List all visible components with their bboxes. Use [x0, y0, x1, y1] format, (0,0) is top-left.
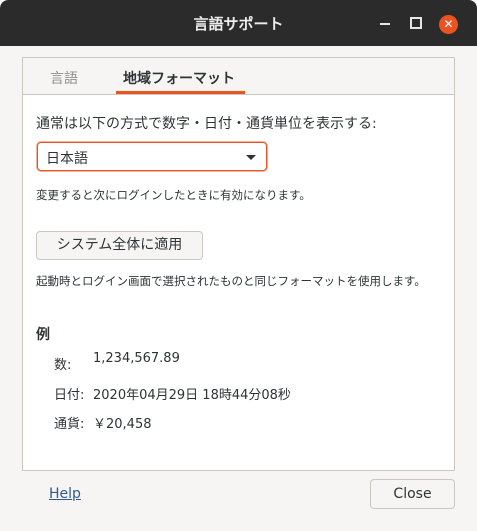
- close-window-button[interactable]: ✕: [439, 15, 458, 34]
- close-button[interactable]: Close: [370, 479, 455, 509]
- close-button-label: Close: [393, 486, 432, 502]
- number-value: 1,234,567.89: [93, 351, 180, 366]
- chevron-down-icon: [246, 155, 256, 160]
- example-heading: 例: [36, 327, 50, 343]
- format-description: 通常は以下の方式で数字・日付・通貨単位を表示する:: [36, 116, 377, 132]
- active-tab-indicator: [116, 91, 245, 94]
- apply-system-wide-button[interactable]: システム全体に適用: [36, 231, 203, 260]
- settings-notebook: 言語 地域フォーマット 通常は以下の方式で数字・日付・通貨単位を表示する: 日本…: [22, 57, 455, 471]
- title-bar[interactable]: 言語サポート ✕: [0, 0, 477, 46]
- close-icon: ✕: [443, 17, 454, 31]
- apply-note: 起動時とログイン画面で選択されたものと同じフォーマットを使用します。: [36, 274, 426, 288]
- date-label: 日付:: [54, 388, 85, 403]
- currency-label: 通貨:: [54, 417, 85, 432]
- change-note: 変更すると次にログインしたときに有効になります。: [36, 188, 311, 202]
- date-value: 2020年04月29日 18時44分08秒: [93, 388, 291, 403]
- currency-value: ￥20,458: [93, 417, 152, 432]
- tab-bar: 言語 地域フォーマット: [23, 58, 454, 95]
- tab-language[interactable]: 言語: [50, 68, 78, 88]
- minimize-button[interactable]: [375, 14, 395, 34]
- format-select-value: 日本語: [46, 151, 88, 167]
- help-link[interactable]: Help: [49, 486, 81, 502]
- minimize-icon: [380, 23, 390, 25]
- format-select[interactable]: 日本語: [37, 142, 267, 171]
- maximize-button[interactable]: [406, 14, 426, 34]
- maximize-icon: [410, 16, 422, 29]
- number-label: 数:: [54, 358, 72, 373]
- tab-regional-formats[interactable]: 地域フォーマット: [123, 68, 235, 88]
- language-support-window: 言語サポート ✕ 言語 地域フォーマット 通常は以下の方式で数字・日付・通貨単位…: [0, 0, 477, 531]
